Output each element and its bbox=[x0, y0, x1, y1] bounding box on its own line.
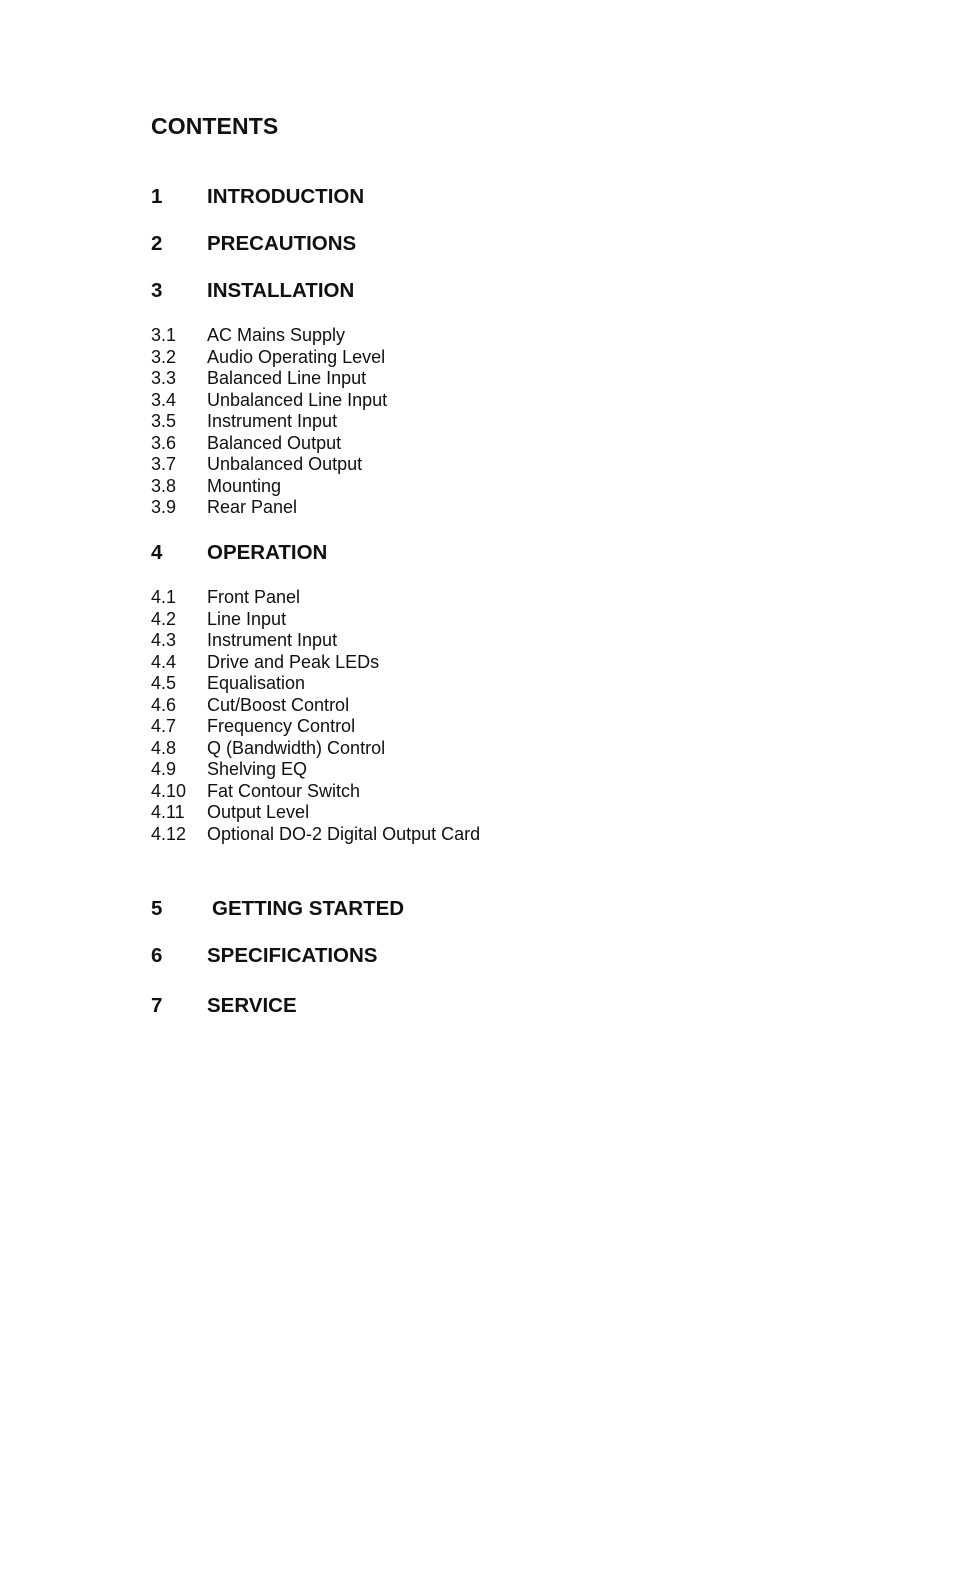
subsection-label: AC Mains Supply bbox=[207, 325, 346, 345]
subsection-label: Drive and Peak LEDs bbox=[207, 651, 380, 672]
subsection-label: Q (Bandwidth) Control bbox=[207, 737, 386, 758]
subsection-label: Unbalanced Output bbox=[207, 454, 363, 474]
section-label: GETTING STARTED bbox=[212, 897, 405, 920]
section-number: 7 bbox=[151, 994, 163, 1017]
section-number: 5 bbox=[151, 897, 163, 920]
section-number: 4 bbox=[151, 541, 163, 564]
subsection-number: 3.8 bbox=[151, 475, 177, 496]
subsection-label: Audio Operating Level bbox=[207, 346, 386, 367]
subsection-number: 3.7 bbox=[151, 454, 177, 474]
subsection-label: Balanced Output bbox=[207, 432, 342, 453]
subsection-number: 4.3 bbox=[151, 630, 177, 650]
subsection-number: 4.4 bbox=[151, 651, 177, 672]
subsection-number: 3.5 bbox=[151, 411, 177, 431]
subsection-label: Balanced Line Input bbox=[207, 368, 367, 388]
section-number: 2 bbox=[151, 232, 163, 255]
subsection-number: 3.2 bbox=[151, 346, 177, 367]
section-number: 3 bbox=[151, 279, 163, 302]
subsection-label: Instrument Input bbox=[207, 411, 338, 431]
subsection-number: 4.9 bbox=[151, 759, 177, 779]
subsection-number: 4.8 bbox=[151, 737, 177, 758]
section-number: 1 bbox=[151, 185, 163, 208]
subsection-label: Fat Contour Switch bbox=[207, 780, 361, 801]
subsection-label: Output Level bbox=[207, 802, 310, 822]
subsection-number: 4.10 bbox=[151, 780, 187, 801]
subsection-number: 3.4 bbox=[151, 389, 177, 410]
subsection-label: Unbalanced Line Input bbox=[207, 389, 388, 410]
subsection-number: 3.3 bbox=[151, 368, 177, 388]
subsection-label: Line Input bbox=[207, 608, 287, 629]
section-label: SERVICE bbox=[207, 994, 297, 1017]
subsection-label: Instrument Input bbox=[207, 630, 338, 650]
subsection-number: 3.6 bbox=[151, 432, 177, 453]
document-page: CONTENTS 1 INTRODUCTION 2 PRECAUTIONS 3 … bbox=[0, 0, 954, 1572]
subsection-label: Equalisation bbox=[207, 673, 306, 693]
subsection-number: 3.9 bbox=[151, 497, 177, 517]
subsection-number: 4.12 bbox=[151, 823, 187, 844]
section-label: OPERATION bbox=[207, 541, 328, 564]
subsection-number: 4.5 bbox=[151, 673, 177, 693]
section-label: INTRODUCTION bbox=[207, 185, 365, 208]
subsection-label: Frequency Control bbox=[207, 716, 356, 736]
subsection-label: Mounting bbox=[207, 475, 282, 496]
section-number: 6 bbox=[151, 944, 163, 967]
section-label: SPECIFICATIONS bbox=[207, 944, 378, 967]
section-label: PRECAUTIONS bbox=[207, 232, 357, 255]
section-label: INSTALLATION bbox=[207, 279, 355, 302]
subsection-number: 4.11 bbox=[151, 802, 185, 822]
subsection-number: 4.6 bbox=[151, 694, 177, 715]
subsection-label: Optional DO-2 Digital Output Card bbox=[207, 823, 481, 844]
subsection-number: 4.7 bbox=[151, 716, 177, 736]
subsection-number: 3.1 bbox=[151, 325, 177, 345]
subsection-number: 4.1 bbox=[151, 587, 177, 607]
subsection-label: Cut/Boost Control bbox=[207, 694, 350, 715]
subsection-label: Rear Panel bbox=[207, 497, 298, 517]
subsection-label: Front Panel bbox=[207, 587, 301, 607]
subsection-label: Shelving EQ bbox=[207, 759, 308, 779]
contents-title: CONTENTS bbox=[151, 113, 279, 139]
subsection-number: 4.2 bbox=[151, 608, 177, 629]
